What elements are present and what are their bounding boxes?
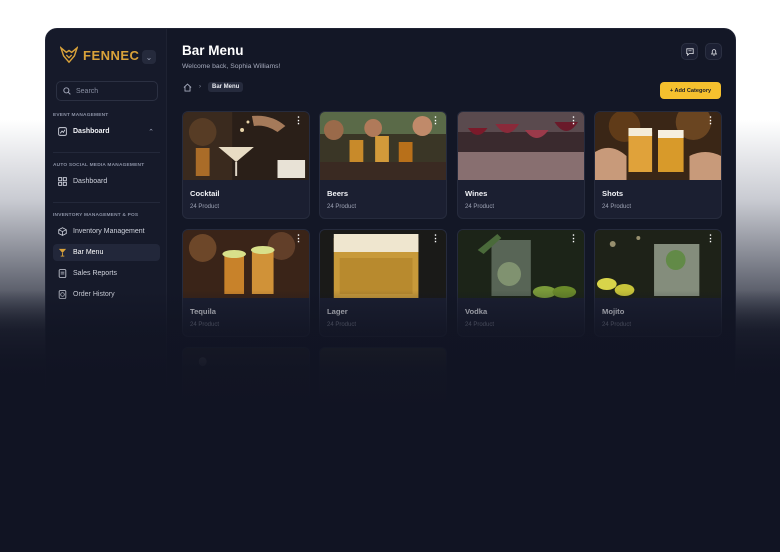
notifications-button[interactable] <box>705 43 722 60</box>
sidebar-item-label: Inventory Management <box>73 228 145 235</box>
shots-image <box>595 112 721 180</box>
category-card-shots[interactable]: ⋮ Shots 24 Product <box>594 111 722 219</box>
more-options-icon[interactable]: ⋮ <box>569 116 578 125</box>
main-content: Bar Menu Welcome back, Sophia Williams! … <box>168 29 735 551</box>
product-count: 24 Product <box>465 204 495 210</box>
grid-icon <box>58 177 67 186</box>
category-name: Vodka <box>465 307 488 316</box>
category-card-partial[interactable] <box>182 347 310 407</box>
bell-icon <box>710 48 717 56</box>
lager-image <box>320 230 446 298</box>
cocktail-image <box>183 112 309 180</box>
sidebar-item-sales-reports[interactable]: Sales Reports <box>53 265 160 282</box>
section-title-inventory: INVENTORY MANAGEMENT & POS <box>53 213 139 218</box>
fennec-logo-icon <box>60 46 78 64</box>
more-options-icon[interactable]: ⋮ <box>706 116 715 125</box>
category-card-vodka[interactable]: ⋮ Vodka 24 Product <box>457 229 585 337</box>
more-options-icon[interactable]: ⋮ <box>294 234 303 243</box>
brand-name: FENNEC <box>83 47 140 63</box>
category-card-wines[interactable]: ⋮ Wines 24 Product <box>457 111 585 219</box>
category-name: Wines <box>465 189 488 198</box>
chevron-up-icon: ⌃ <box>148 128 154 136</box>
product-count: 24 Product <box>190 322 220 328</box>
search-input[interactable]: Search <box>56 81 158 101</box>
box-icon <box>58 227 67 236</box>
more-options-icon[interactable]: ⋮ <box>569 234 578 243</box>
sidebar-divider <box>53 152 160 153</box>
more-options-icon[interactable]: ⋮ <box>431 234 440 243</box>
messages-button[interactable] <box>681 43 698 60</box>
category-card-cocktail[interactable]: ⋮ Cocktail 24 Product <box>182 111 310 219</box>
sidebar-item-label: Dashboard <box>73 128 110 135</box>
chart-icon <box>58 127 67 136</box>
cocktail-icon <box>58 248 67 257</box>
sidebar-item-social-dashboard[interactable]: Dashboard <box>53 173 160 190</box>
mojito-image <box>595 230 721 298</box>
section-title-social: AUTO SOCIAL MEDIA MANAGEMENT <box>53 163 145 168</box>
vodka-image <box>458 230 584 298</box>
brand-logo: FENNEC <box>60 46 139 64</box>
beers-image <box>320 112 446 180</box>
breadcrumb-current[interactable]: Bar Menu <box>208 82 244 92</box>
sidebar: FENNEC ⌄ Search EVENT MANAGEMENT Dashboa… <box>46 29 167 551</box>
chat-icon <box>685 47 694 56</box>
chevron-down-icon: ⌄ <box>145 52 153 62</box>
breadcrumb: › Bar Menu <box>183 82 244 92</box>
category-card-lager[interactable]: ⋮ Lager 24 Product <box>319 229 447 337</box>
category-name: Cocktail <box>190 189 220 198</box>
breadcrumb-separator: › <box>199 84 201 90</box>
add-category-button[interactable]: + Add Category <box>660 82 721 99</box>
product-count: 24 Product <box>190 204 220 210</box>
search-icon <box>63 87 71 95</box>
category-name: Beers <box>327 189 349 198</box>
category-card-mojito[interactable]: ⋮ Mojito 24 Product <box>594 229 722 337</box>
more-options-icon[interactable]: ⋮ <box>294 116 303 125</box>
partial-image <box>320 348 446 406</box>
product-count: 24 Product <box>602 204 632 210</box>
wines-image <box>458 112 584 180</box>
category-name: Lager <box>327 307 348 316</box>
tequila-image <box>183 230 309 298</box>
sidebar-item-label: Bar Menu <box>73 249 104 256</box>
sidebar-item-inventory-management[interactable]: Inventory Management <box>53 223 160 240</box>
more-options-icon[interactable]: ⋮ <box>431 116 440 125</box>
home-icon[interactable] <box>183 82 192 92</box>
sidebar-collapse-button[interactable]: ⌄ <box>142 50 156 64</box>
product-count: 24 Product <box>327 204 357 210</box>
sidebar-item-bar-menu[interactable]: Bar Menu <box>53 244 160 261</box>
sidebar-item-order-history[interactable]: Order History <box>53 286 160 303</box>
sidebar-item-label: Sales Reports <box>73 270 117 277</box>
category-card-tequila[interactable]: ⋮ Tequila 24 Product <box>182 229 310 337</box>
category-card-partial[interactable] <box>319 347 447 407</box>
sidebar-item-event-dashboard[interactable]: Dashboard ⌃ <box>53 123 160 140</box>
category-name: Tequila <box>190 307 217 316</box>
category-name: Mojito <box>602 307 625 316</box>
sidebar-divider <box>53 202 160 203</box>
sidebar-item-label: Dashboard <box>73 178 108 185</box>
search-placeholder: Search <box>76 87 99 95</box>
partial-image <box>183 348 309 406</box>
welcome-text: Welcome back, Sophia Williams! <box>182 63 281 70</box>
category-name: Shots <box>602 189 624 198</box>
history-icon <box>58 290 67 299</box>
report-icon <box>58 269 67 278</box>
app-window: FENNEC ⌄ Search EVENT MANAGEMENT Dashboa… <box>45 28 736 552</box>
category-card-beers[interactable]: ⋮ Beers 24 Product <box>319 111 447 219</box>
product-count: 24 Product <box>327 322 357 328</box>
more-options-icon[interactable]: ⋮ <box>706 234 715 243</box>
section-title-event: EVENT MANAGEMENT <box>53 113 109 118</box>
product-count: 24 Product <box>602 322 632 328</box>
page-title: Bar Menu <box>182 43 244 58</box>
sidebar-item-label: Order History <box>73 291 115 298</box>
product-count: 24 Product <box>465 322 495 328</box>
